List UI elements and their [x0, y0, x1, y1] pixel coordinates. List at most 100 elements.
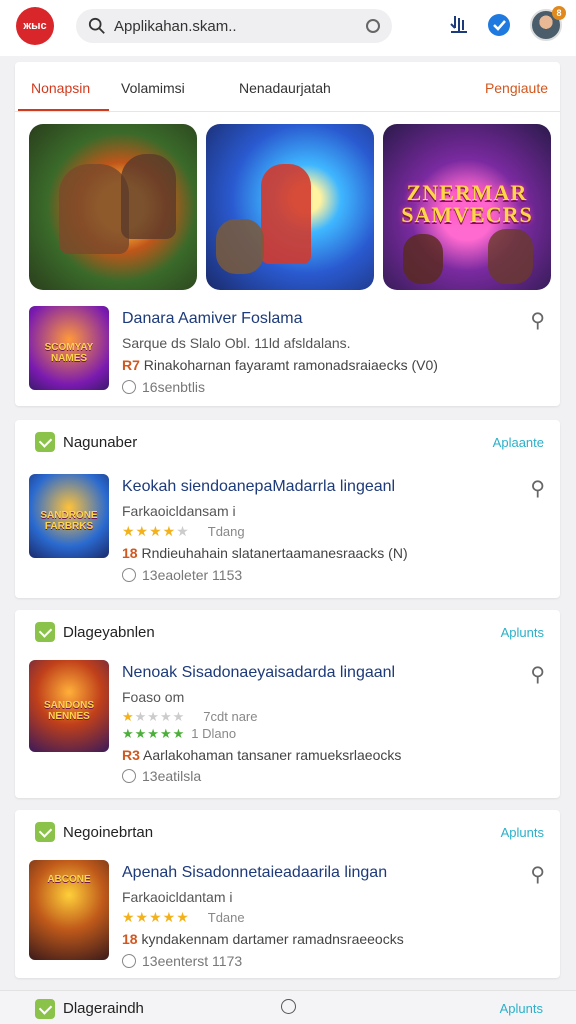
app-details: 18 Rndieuhahain slatanertaamanesraacks (… [122, 545, 408, 561]
tab-pengiaute[interactable]: Pengiaute [485, 80, 548, 96]
app-meta-text: 16senbtlis [142, 379, 206, 395]
app-rank: 18 [122, 931, 138, 947]
tab-bar: Nonapsin Volamimsi Nenadaurjatah Pengiau… [15, 62, 560, 112]
install-icon[interactable]: ⚲ [530, 862, 545, 887]
section-card-3: Negoinebrtan Aplunts ABCONE Apenah Sisad… [15, 810, 560, 978]
app-detail-text: Rinakoharnan fayaramt ramonadsraiaecks (… [143, 357, 438, 373]
app-thumbnail[interactable]: SANDRONE FARBRKS [29, 474, 109, 558]
section-check-icon [35, 822, 55, 842]
app-rank: R7 [122, 357, 140, 373]
clock-icon [122, 568, 136, 582]
section-card-1: Nagunaber Aplaante SANDRONE FARBRKS Keok… [15, 420, 560, 598]
thumbnail-title: SANDRONE FARBRKS [40, 510, 98, 532]
rating-stars: ★★★★★ Tdane [122, 909, 245, 925]
search-input[interactable] [114, 17, 354, 35]
app-meta-text: 13eenterst 1173 [142, 953, 243, 969]
section-check-icon [35, 432, 55, 452]
search-icon [88, 17, 105, 34]
section-link[interactable]: Aplunts [501, 625, 544, 640]
app-row[interactable]: ABCONE Apenah Sisadonnetaieadaarila ling… [29, 860, 551, 969]
app-row[interactable]: SANDRONE FARBRKS Keokah siendoanepaMadar… [29, 474, 551, 583]
banner-3-title: ZNERMAR SAMVECRS [401, 180, 533, 227]
app-detail-text: Rndieuhahain slatanertaamanesraacks (N) [141, 545, 408, 561]
section-header: Dlageyabnlen Aplunts [15, 610, 560, 654]
character-art [121, 154, 176, 239]
app-thumbnail[interactable]: SCOMYAY NAMES [29, 306, 109, 390]
section-title: Dlageraindh [63, 1000, 144, 1017]
rating-label: Tdang [207, 524, 245, 539]
section-check-icon [35, 622, 55, 642]
app-meta: 16senbtlis [122, 379, 205, 395]
app-thumbnail[interactable]: SANDONS NENNES [29, 660, 109, 752]
banner-carousel: ZNERMAR SAMVECRS [29, 124, 551, 290]
character-art [403, 234, 443, 284]
section-card-2: Dlageyabnlen Aplunts SANDONS NENNES Neno… [15, 610, 560, 798]
app-row[interactable]: SANDONS NENNES Nenoak Sisadonaeyaisadard… [29, 660, 551, 784]
section-header: Negoinebrtan Aplunts [15, 810, 560, 854]
section-link[interactable]: Aplaante [493, 435, 544, 450]
section-link[interactable]: Aplunts [501, 825, 544, 840]
app-title[interactable]: Nenoak Sisadonaeyaisadarda lingaanl [122, 664, 395, 682]
app-title[interactable]: Keokah siendoanepaMadarrla lingeanl [122, 478, 395, 496]
app-logo[interactable]: жыc [16, 7, 54, 45]
thumbnail-title: SANDONS NENNES [43, 700, 94, 722]
app-details: R7 Rinakoharnan fayaramt ramonadsraiaeck… [122, 357, 438, 373]
mic-icon[interactable] [366, 19, 380, 33]
section-title: Dlageyabnlen [63, 624, 155, 641]
search-bar[interactable] [76, 9, 392, 43]
active-tab-indicator [18, 109, 109, 111]
app-subtitle: Sarque ds Slalo Obl. 11ld afsldalans. [122, 335, 351, 351]
verified-icon[interactable] [486, 12, 512, 38]
banner-3[interactable]: ZNERMAR SAMVECRS [383, 124, 551, 290]
app-thumbnail[interactable]: ABCONE [29, 860, 109, 960]
app-subtitle: Farkaoicldantam i [122, 889, 233, 905]
app-subtitle: Farkaoicldansam i [122, 503, 236, 519]
tab-nenadaurjatah[interactable]: Nenadaurjatah [239, 80, 331, 96]
thumbnail-title: SCOMYAY NAMES [44, 342, 94, 364]
home-button-icon[interactable] [281, 999, 296, 1014]
notification-badge: 8 [552, 6, 566, 20]
top-app-bar: жыc 8 [0, 0, 576, 56]
character-art [261, 164, 311, 264]
section-title: Negoinebrtan [63, 824, 154, 841]
rating-label: 7cdt nare [203, 709, 258, 724]
rating-stars: ★★★★★ Tdang [122, 523, 245, 539]
banner-1[interactable] [29, 124, 197, 290]
install-icon[interactable]: ⚲ [530, 476, 545, 501]
install-icon[interactable]: ⚲ [530, 662, 545, 687]
app-title[interactable]: Danara Aamiver Foslama [122, 310, 303, 328]
app-meta: 13eatilsla [122, 768, 201, 784]
clock-icon [122, 380, 136, 394]
character-art [488, 229, 533, 284]
section-check-icon [35, 999, 55, 1019]
clock-icon [122, 769, 136, 783]
app-rank: R3 [122, 747, 140, 763]
section-title: Nagunaber [63, 434, 138, 451]
character-art [216, 219, 264, 274]
character-art [59, 164, 129, 254]
download-icon[interactable] [446, 12, 472, 38]
featured-app-row[interactable]: SCOMYAY NAMES Danara Aamiver Foslama Sar… [29, 306, 551, 396]
section-link[interactable]: Aplunts [500, 1001, 543, 1016]
clock-icon [122, 954, 136, 968]
rating-label: Tdane [207, 910, 245, 925]
rating-stars-secondary: ★★★★★ 1 Dlano [122, 726, 237, 741]
app-detail-text: Aarlakohaman tansaner ramueksrlaeocks [143, 747, 402, 763]
thumbnail-title: ABCONE [47, 874, 91, 885]
app-meta-text: 13eatilsla [142, 768, 202, 784]
app-meta: 13eenterst 1173 [122, 953, 242, 969]
banner-2[interactable] [206, 124, 374, 290]
rating-label: 1 Dlano [191, 726, 237, 741]
featured-card: Nonapsin Volamimsi Nenadaurjatah Pengiau… [15, 62, 560, 406]
app-details: R3 Aarlakohaman tansaner ramueksrlaeocks [122, 747, 401, 763]
install-icon[interactable]: ⚲ [530, 308, 545, 333]
tab-volamimsi[interactable]: Volamimsi [121, 80, 185, 96]
app-details: 18 kyndakennam dartamer ramadnsraeeocks [122, 931, 404, 947]
app-title[interactable]: Apenah Sisadonnetaieadaarila lingan [122, 864, 387, 882]
app-detail-text: kyndakennam dartamer ramadnsraeeocks [141, 931, 404, 947]
rating-stars: ★★★★★ 7cdt nare [122, 709, 258, 724]
section-header: Nagunaber Aplaante [15, 420, 560, 464]
bottom-section-peek: Dlageraindh Aplunts [0, 990, 576, 1024]
app-rank: 18 [122, 545, 138, 561]
tab-nonapsin[interactable]: Nonapsin [31, 80, 90, 96]
